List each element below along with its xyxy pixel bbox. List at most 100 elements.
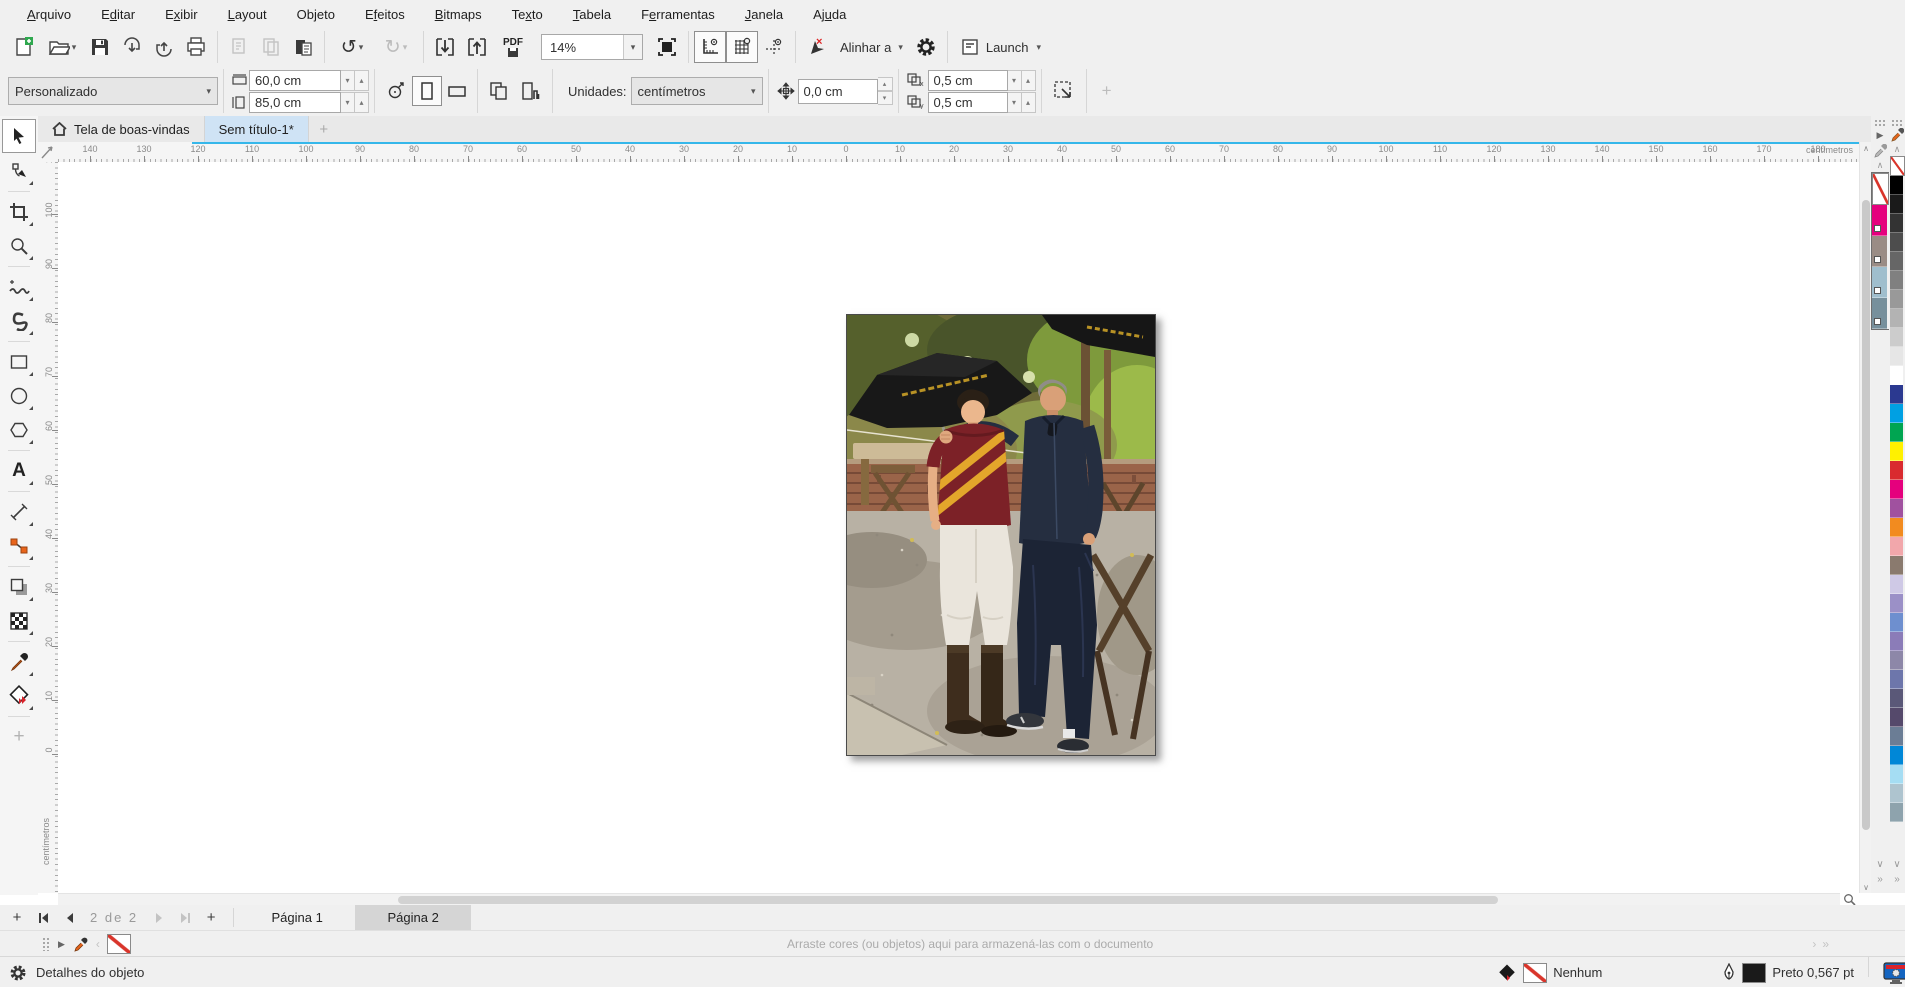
page-preset-dropdown[interactable]: Personalizado ▾ (8, 77, 218, 105)
text-tool[interactable]: A (3, 455, 35, 487)
color-swatch[interactable] (1890, 328, 1903, 347)
palette-overflow-icon[interactable]: » (1822, 937, 1829, 951)
first-page-button[interactable] (32, 908, 54, 928)
menu-janela[interactable]: Janela (730, 3, 798, 26)
eyedropper-icon[interactable] (1891, 127, 1904, 143)
palette-scroll-up-icon[interactable]: ∧ (1877, 159, 1884, 172)
color-swatch[interactable] (1890, 746, 1903, 765)
palette-scroll-up-icon[interactable]: ∧ (1894, 143, 1901, 156)
color-swatch[interactable] (1890, 632, 1903, 651)
dimension-tool[interactable] (3, 496, 35, 528)
eyedropper-icon[interactable] (73, 937, 88, 952)
zoom-tool[interactable] (3, 230, 35, 262)
palette-flyout-icon[interactable]: ▶ (58, 936, 65, 952)
color-swatch[interactable] (1872, 236, 1887, 267)
color-swatch[interactable] (1890, 290, 1903, 309)
current-page-button[interactable] (515, 75, 547, 107)
palette-flyout-icon[interactable]: ▶ (1877, 127, 1884, 143)
color-swatch[interactable] (1890, 176, 1903, 195)
color-swatch[interactable] (1890, 404, 1903, 423)
no-color-swatch[interactable] (1872, 173, 1889, 205)
menu-arquivo[interactable]: Arquivo (12, 3, 86, 26)
color-swatch[interactable] (1890, 575, 1903, 594)
interactive-fill-tool[interactable] (3, 680, 35, 712)
document-tab[interactable]: Sem título-1* (205, 116, 309, 142)
color-swatch[interactable] (1890, 309, 1903, 328)
menu-bitmaps[interactable]: Bitmaps (420, 3, 497, 26)
undo-button[interactable]: ↺▾ (330, 31, 374, 63)
rectangle-tool[interactable] (3, 346, 35, 378)
open-button[interactable]: ▾ (40, 31, 84, 63)
add-tool-button[interactable]: + (3, 721, 35, 753)
color-swatch[interactable] (1890, 233, 1903, 252)
menu-editar[interactable]: Editar (86, 3, 150, 26)
chevron-down-icon[interactable]: ▾ (623, 35, 642, 59)
color-swatch[interactable] (1890, 727, 1903, 746)
welcome-screen-tab[interactable]: Tela de boas-vindas (38, 116, 205, 142)
color-swatch[interactable] (1890, 499, 1903, 518)
units-dropdown[interactable]: centímetros ▾ (631, 77, 763, 105)
eyedropper-icon[interactable] (1874, 143, 1887, 159)
show-grid-toggle[interactable] (726, 31, 758, 63)
add-page-after-button[interactable]: + (200, 908, 222, 928)
all-pages-button[interactable] (483, 75, 515, 107)
shape-tool[interactable] (3, 155, 35, 187)
color-swatch[interactable] (1890, 651, 1903, 670)
print-button[interactable] (180, 31, 212, 63)
menu-exibir[interactable]: Exibir (150, 3, 213, 26)
menu-layout[interactable]: Layout (213, 3, 282, 26)
page-width-input[interactable]: 60,0 cm (249, 70, 341, 91)
color-swatch[interactable] (1872, 205, 1887, 236)
color-swatch[interactable] (1890, 518, 1903, 537)
show-guidelines-toggle[interactable] (758, 31, 790, 63)
cloud-download-button[interactable] (116, 31, 148, 63)
zoom-level-combobox[interactable]: 14% ▾ (541, 34, 643, 60)
eyedropper-tool[interactable] (3, 646, 35, 678)
no-color-swatch[interactable] (107, 934, 131, 954)
align-to-dropdown[interactable]: Alinhar a ▾ (833, 31, 910, 63)
export-button[interactable] (461, 31, 493, 63)
palette-expand-icon[interactable]: » (1894, 872, 1900, 887)
menu-ajuda[interactable]: Ajuda (798, 3, 861, 26)
palette-scroll-left-icon[interactable]: ‹ (96, 937, 100, 951)
page-tab-2[interactable]: Página 2 (355, 905, 471, 930)
outline-color-swatch[interactable] (1742, 963, 1766, 983)
color-swatch[interactable] (1890, 347, 1903, 366)
polygon-tool[interactable] (3, 414, 35, 446)
color-swatch[interactable] (1890, 366, 1903, 385)
options-button[interactable] (910, 31, 942, 63)
palette-scroll-down-icon[interactable]: ∨ (1893, 857, 1900, 872)
horizontal-scroll-thumb[interactable] (398, 896, 1498, 904)
artistic-media-tool[interactable] (3, 305, 35, 337)
menu-efeitos[interactable]: Efeitos (350, 3, 420, 26)
placed-photo[interactable] (846, 314, 1156, 756)
color-swatch[interactable] (1890, 271, 1903, 290)
ellipse-tool[interactable] (3, 380, 35, 412)
color-swatch[interactable] (1890, 708, 1903, 727)
color-swatch[interactable] (1890, 689, 1903, 708)
menu-tabela[interactable]: Tabela (558, 3, 626, 26)
duplicate-x-spinner[interactable]: ▾▴ (1008, 70, 1036, 91)
no-color-swatch[interactable] (1890, 156, 1905, 176)
palette-scroll-right-icon[interactable]: › (1812, 937, 1816, 951)
portrait-orientation-button[interactable] (412, 76, 442, 106)
vertical-ruler[interactable]: centímetros 1101009080706050403020100 (38, 162, 58, 893)
nudge-spinner[interactable]: ▴▾ (878, 77, 893, 105)
color-swatch[interactable] (1890, 442, 1903, 461)
color-swatch[interactable] (1890, 784, 1903, 803)
fill-icon[interactable] (1497, 963, 1517, 983)
color-swatch[interactable] (1890, 480, 1903, 499)
page-height-spinner[interactable]: ▾▴ (341, 92, 369, 113)
cloud-upload-button[interactable] (148, 31, 180, 63)
page-width-spinner[interactable]: ▾▴ (341, 70, 369, 91)
page-tab-1[interactable]: Página 1 (239, 905, 355, 930)
previous-page-button[interactable] (58, 908, 80, 928)
shadow-tool[interactable] (3, 571, 35, 603)
menu-texto[interactable]: Texto (497, 3, 558, 26)
cut-button[interactable] (223, 31, 255, 63)
fullscreen-preview-button[interactable] (651, 31, 683, 63)
menu-objeto[interactable]: Objeto (282, 3, 350, 26)
launch-dropdown[interactable]: Launch ▾ (953, 31, 1048, 63)
color-swatch[interactable] (1890, 594, 1903, 613)
color-swatch[interactable] (1890, 252, 1903, 271)
